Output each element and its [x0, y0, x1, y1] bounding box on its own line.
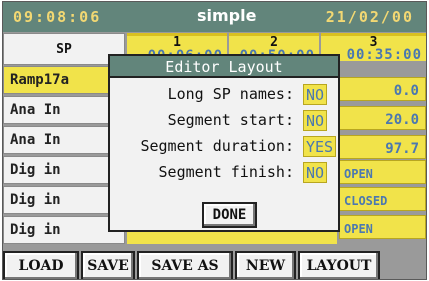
option-segment-duration: Segment duration: YES [110, 135, 338, 159]
segment-3-value-digital-1[interactable]: OPEN [339, 160, 426, 184]
option-label: Segment duration: [140, 137, 294, 155]
option-value-toggle[interactable]: NO [303, 110, 328, 131]
row-label-digital-2[interactable]: Dig in [3, 186, 125, 214]
bottom-toolbar: LOAD SAVE SAVE AS NEW LAYOUT [3, 249, 426, 279]
load-button[interactable]: LOAD [3, 251, 79, 279]
segment-3-value-analog-1[interactable]: 20.0 [339, 106, 426, 130]
option-label: Segment start: [167, 111, 294, 129]
save-as-button[interactable]: SAVE AS [137, 251, 233, 279]
option-segment-start: Segment start: NO [110, 109, 338, 133]
row-label-analog-1[interactable]: Ana In [3, 96, 125, 124]
option-label: Segment finish: [158, 163, 294, 181]
option-value-toggle[interactable]: YES [303, 136, 337, 157]
segment-cells-strip [127, 232, 337, 244]
new-button[interactable]: NEW [235, 251, 296, 279]
done-button[interactable]: DONE [202, 202, 257, 228]
row-label-digital-3[interactable]: Dig in [3, 216, 125, 244]
option-value-toggle[interactable]: NO [303, 162, 328, 183]
row-label-digital-1[interactable]: Dig in [3, 156, 125, 184]
clock-date: 21/02/00 [325, 8, 414, 26]
program-title: simple [197, 6, 257, 25]
controller-screen: 09:08:06 simple 21/02/00 SP 1 00:06:00 2… [2, 1, 427, 280]
option-value-toggle[interactable]: NO [303, 84, 328, 105]
editor-layout-dialog: Editor Layout Long SP names: NO Segment … [108, 54, 340, 232]
row-label-setpoint[interactable]: Ramp17a [3, 66, 125, 94]
segment-3-value-digital-2[interactable]: CLOSED [339, 187, 426, 211]
clock-time: 09:08:06 [13, 8, 102, 26]
dialog-title: Editor Layout [110, 56, 338, 78]
save-button[interactable]: SAVE [81, 251, 135, 279]
segment-3-value-digital-3[interactable]: OPEN [339, 215, 426, 239]
segment-3-value-analog-2[interactable]: 97.7 [339, 135, 426, 159]
option-long-sp-names: Long SP names: NO [110, 83, 338, 107]
option-label: Long SP names: [167, 85, 294, 103]
option-segment-finish: Segment finish: NO [110, 161, 338, 185]
title-bar: 09:08:06 simple 21/02/00 [3, 2, 426, 32]
row-label-analog-2[interactable]: Ana In [3, 126, 125, 154]
layout-button[interactable]: LAYOUT [298, 251, 380, 279]
segment-3-value-setpoint[interactable]: 0.0 [339, 77, 426, 101]
sp-column-header: SP [3, 33, 125, 65]
